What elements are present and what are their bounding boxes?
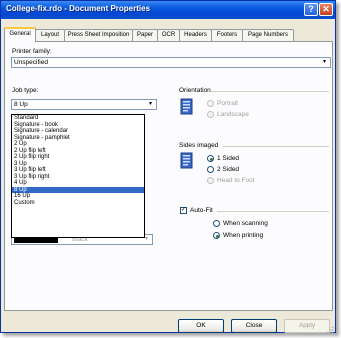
orientation-divider — [211, 91, 329, 92]
tab-ocr[interactable]: OCR — [157, 29, 180, 41]
close-button[interactable]: Close — [231, 319, 277, 333]
tab-page-numbers[interactable]: Page Numbers — [242, 29, 294, 41]
sides-imaged-divider — [223, 146, 329, 147]
sides-imaged-label: Sides imaged — [179, 142, 219, 149]
tab-layout[interactable]: Layout — [35, 29, 65, 41]
two-sided-label: 2 Sided — [217, 166, 240, 173]
tab-headers[interactable]: Headers — [179, 29, 212, 41]
title-bar[interactable]: College-fix.rdo - Document Properties ? … — [1, 1, 335, 19]
chevron-down-icon[interactable]: ▾ — [146, 101, 155, 108]
printer-family-value: Unspecified — [14, 59, 48, 66]
document-properties-dialog: College-fix.rdo - Document Properties ? … — [0, 0, 336, 334]
apply-button[interactable]: Apply — [284, 319, 330, 333]
one-sided-radio[interactable] — [207, 155, 214, 162]
two-sided-radio[interactable] — [207, 166, 214, 173]
tab-press-sheet-imposition[interactable]: Press Sheet Imposition — [64, 29, 133, 41]
when-scanning-label: When scanning — [223, 220, 268, 227]
orientation-label: Orientation — [179, 87, 211, 94]
auto-fit-divider — [217, 211, 329, 212]
tab-paper[interactable]: Paper — [132, 29, 158, 41]
portrait-label: Portrait — [217, 100, 238, 107]
one-sided-label: 1 Sided — [217, 155, 240, 162]
auto-fit-label: Auto-Fit — [190, 207, 213, 214]
printer-family-label: Printer family: — [12, 48, 52, 55]
list-item[interactable]: Custom — [12, 200, 144, 207]
portrait-page-icon — [180, 98, 193, 115]
job-type-value: 8 Up — [14, 101, 28, 108]
when-scanning-radio[interactable] — [213, 220, 220, 227]
tab-general[interactable]: General — [4, 27, 36, 42]
help-button[interactable]: ? — [304, 3, 318, 16]
window-title: College-fix.rdo - Document Properties — [6, 4, 151, 13]
when-printing-radio[interactable] — [213, 232, 220, 239]
head-to-foot-radio[interactable] — [207, 177, 214, 184]
portrait-radio[interactable] — [207, 100, 214, 107]
resize-grip-icon[interactable] — [326, 326, 334, 334]
job-type-select[interactable]: 8 Up ▾ — [11, 99, 157, 110]
tab-footers[interactable]: Footers — [211, 29, 243, 41]
landscape-label: Landscape — [217, 111, 249, 118]
when-printing-label: When printing — [223, 232, 264, 239]
chevron-down-icon[interactable]: ▾ — [320, 59, 329, 66]
job-type-dropdown-list[interactable]: Standard Signature - book Signature - ca… — [11, 114, 145, 238]
ok-button[interactable]: OK — [178, 319, 224, 333]
close-window-button[interactable]: ✕ — [319, 3, 333, 16]
head-to-foot-label: Head to Foot — [217, 177, 255, 184]
document-sides-icon — [180, 152, 193, 169]
auto-fit-checkbox[interactable]: ✓ — [180, 207, 187, 214]
job-type-label: Job type: — [12, 87, 39, 94]
tab-strip: General Layout Press Sheet Imposition Pa… — [4, 27, 334, 42]
printer-family-select[interactable]: Unspecified ▾ — [11, 57, 331, 68]
landscape-radio[interactable] — [207, 111, 214, 118]
